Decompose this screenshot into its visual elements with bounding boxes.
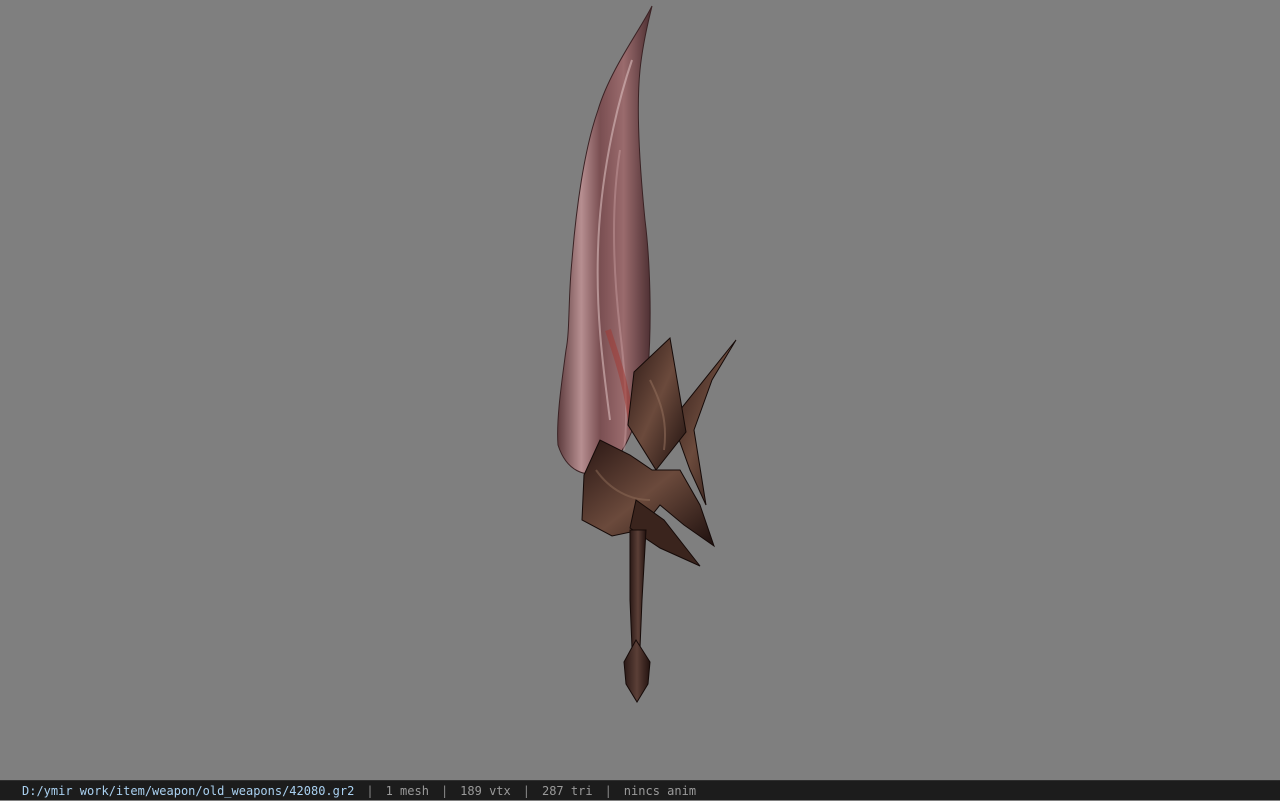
separator: |	[604, 783, 612, 798]
weapon-model-render[interactable]	[0, 0, 1280, 780]
3d-viewport[interactable]	[0, 0, 1280, 780]
file-path: D:/ymir work/item/weapon/old_weapons/420…	[22, 783, 355, 798]
triangle-count: 287 tri	[541, 783, 593, 798]
separator: |	[366, 783, 374, 798]
animation-status: nincs anim	[623, 783, 697, 798]
status-bar: D:/ymir work/item/weapon/old_weapons/420…	[0, 780, 1280, 800]
pommel-shape	[623, 639, 651, 703]
mesh-count: 1 mesh	[385, 783, 429, 798]
vertex-count: 189 vtx	[460, 783, 511, 798]
separator: |	[440, 783, 449, 798]
grip-shape	[629, 529, 647, 649]
separator: |	[522, 783, 530, 798]
